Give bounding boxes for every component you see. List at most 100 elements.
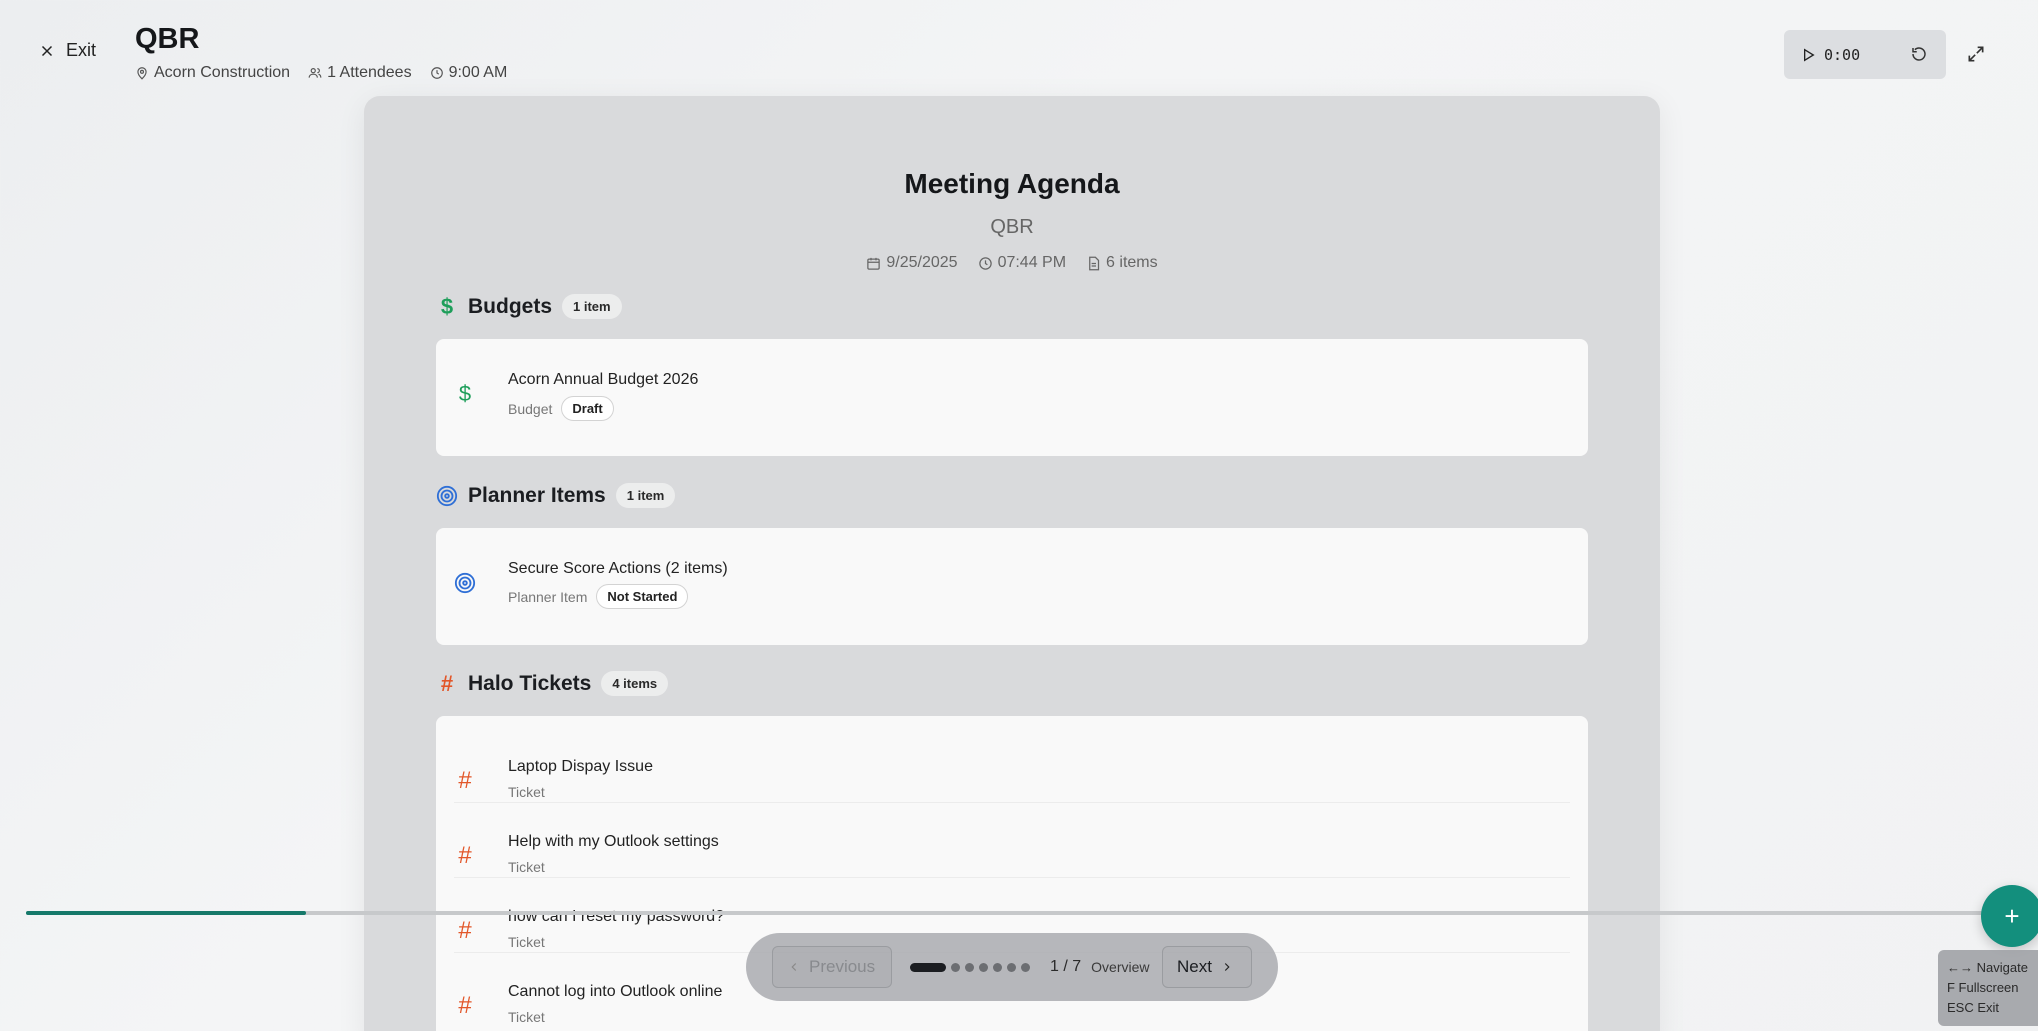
slide-navigation: Previous 1 / 7 Overview Next: [746, 933, 1278, 1001]
list-item[interactable]: $ Acorn Annual Budget 2026 Budget Draft: [454, 359, 1570, 434]
agenda-date: 9/25/2025: [866, 254, 958, 272]
item-name: Secure Score Actions (2 items): [508, 560, 728, 577]
planner-card: Secure Score Actions (2 items) Planner I…: [436, 528, 1588, 645]
section-halo-tickets: # Halo Tickets 4 items: [436, 670, 669, 696]
meeting-time: 9:00 AM: [430, 64, 508, 82]
item-type: Ticket: [508, 784, 545, 800]
slide-dot[interactable]: [1007, 962, 1016, 972]
item-meta: Planner Item Not Started: [508, 584, 689, 609]
section-budgets: $ Budgets 1 item: [436, 294, 622, 319]
add-button[interactable]: +: [1981, 885, 2038, 947]
section-planner-items: Planner Items 1 item: [436, 483, 676, 508]
slide-dot[interactable]: [993, 962, 1002, 972]
meeting-title: QBR: [135, 23, 200, 55]
item-meta: Ticket: [508, 1009, 545, 1025]
map-pin-icon: [137, 67, 147, 80]
item-type: Ticket: [508, 934, 545, 950]
fullscreen-icon[interactable]: [1966, 44, 1986, 64]
top-bar: Exit QBR Acorn Construction 1 Attendees …: [0, 0, 2038, 96]
agenda-time-text: 07:44 PM: [997, 254, 1067, 271]
item-name: Acorn Annual Budget 2026: [508, 371, 699, 388]
agenda-items-count-text: 6 items: [1106, 254, 1158, 271]
slide-dot[interactable]: [1021, 962, 1030, 972]
agenda-items-count: 6 items: [1086, 254, 1158, 272]
chevron-right-icon: [1224, 963, 1230, 971]
document-icon: [1089, 256, 1100, 270]
list-item[interactable]: Secure Score Actions (2 items) Planner I…: [454, 548, 1570, 623]
previous-label: Previous: [809, 957, 876, 976]
agenda-panel: Meeting Agenda QBR 9/25/2025 07:44 PM 6 …: [364, 96, 1660, 1031]
slide-dot[interactable]: [965, 962, 974, 972]
timer-value: 0:00: [1824, 45, 1861, 64]
timer: 0:00: [1784, 30, 1946, 79]
time-text: 9:00 AM: [448, 64, 508, 81]
agenda-title: Meeting Agenda: [904, 168, 1120, 199]
exit-button[interactable]: Exit: [38, 40, 96, 61]
item-meta: Ticket: [508, 784, 545, 800]
close-icon: [41, 45, 53, 56]
item-meta: Ticket: [508, 934, 545, 950]
slide-progress-bar: [26, 911, 1986, 915]
agenda-meta: 9/25/2025 07:44 PM 6 items: [364, 254, 1660, 272]
chevron-left-icon: [791, 963, 797, 971]
hash-icon: #: [440, 670, 454, 696]
count-badge: 1 item: [562, 294, 622, 319]
next-button[interactable]: Next: [1162, 946, 1252, 988]
agenda-time: 07:44 PM: [978, 254, 1066, 272]
section-title: Planner Items: [468, 483, 606, 507]
slide-dot[interactable]: [910, 962, 946, 972]
count-badge: 1 item: [615, 483, 676, 508]
item-type: Planner Item: [508, 588, 588, 605]
shortcut-navigate: ←→ Navigate: [1947, 960, 2028, 975]
item-type: Ticket: [508, 859, 545, 875]
slide-dot[interactable]: [979, 962, 988, 972]
section-title: Budgets: [468, 294, 552, 318]
hash-icon: #: [458, 992, 472, 1019]
location-text: Acorn Construction: [154, 64, 291, 81]
item-name: Cannot log into Outlook online: [508, 983, 723, 1000]
item-type: Budget: [508, 400, 553, 417]
slide-indicator: 1 / 7: [1050, 958, 1082, 975]
item-meta: Budget Draft: [508, 396, 614, 421]
agenda-date-text: 9/25/2025: [886, 254, 958, 271]
item-name: Laptop Dispay Issue: [508, 758, 653, 775]
target-icon: [454, 572, 476, 594]
shortcut-exit: ESC Exit: [1947, 1000, 2000, 1015]
users-icon: [308, 68, 322, 78]
slide-dot[interactable]: [951, 962, 960, 972]
progress-fill: [26, 911, 306, 915]
keyboard-shortcuts: ←→ Navigate F Fullscreen ESC Exit: [1938, 950, 2038, 1026]
reset-icon[interactable]: [1910, 45, 1928, 63]
target-icon: [436, 485, 458, 506]
meeting-meta: Acorn Construction 1 Attendees 9:00 AM: [135, 64, 507, 82]
list-item[interactable]: # Help with my Outlook settings Ticket: [454, 803, 1570, 878]
hash-icon: #: [458, 917, 472, 944]
meeting-attendees: 1 Attendees: [308, 64, 412, 82]
section-title: Halo Tickets: [468, 671, 592, 695]
dollar-icon: $: [458, 381, 472, 406]
exit-label: Exit: [66, 40, 97, 60]
slide-dots: [910, 962, 1030, 972]
hash-icon: #: [458, 842, 472, 869]
status-badge: Not Started: [596, 584, 689, 609]
play-icon[interactable]: [1800, 47, 1816, 63]
item-type: Ticket: [508, 1009, 545, 1025]
clock-icon: [430, 67, 443, 79]
item-name: Help with my Outlook settings: [508, 833, 719, 850]
item-meta: Ticket: [508, 859, 545, 875]
overview-button[interactable]: Overview: [1091, 959, 1149, 975]
meeting-location: Acorn Construction: [135, 64, 290, 82]
next-label: Next: [1177, 957, 1212, 976]
hash-icon: #: [458, 767, 472, 794]
attendees-text: 1 Attendees: [327, 64, 412, 81]
calendar-icon: [867, 257, 881, 270]
count-badge: 4 items: [601, 671, 669, 696]
budgets-card: $ Acorn Annual Budget 2026 Budget Draft: [436, 339, 1588, 456]
shortcut-fullscreen: F Fullscreen: [1947, 980, 2019, 995]
status-badge: Draft: [561, 396, 614, 421]
clock-icon: [978, 256, 992, 270]
agenda-subtitle: QBR: [990, 216, 1034, 238]
previous-button[interactable]: Previous: [772, 946, 892, 988]
dollar-icon: $: [440, 293, 454, 319]
list-item[interactable]: # Laptop Dispay Issue Ticket: [454, 728, 1570, 803]
